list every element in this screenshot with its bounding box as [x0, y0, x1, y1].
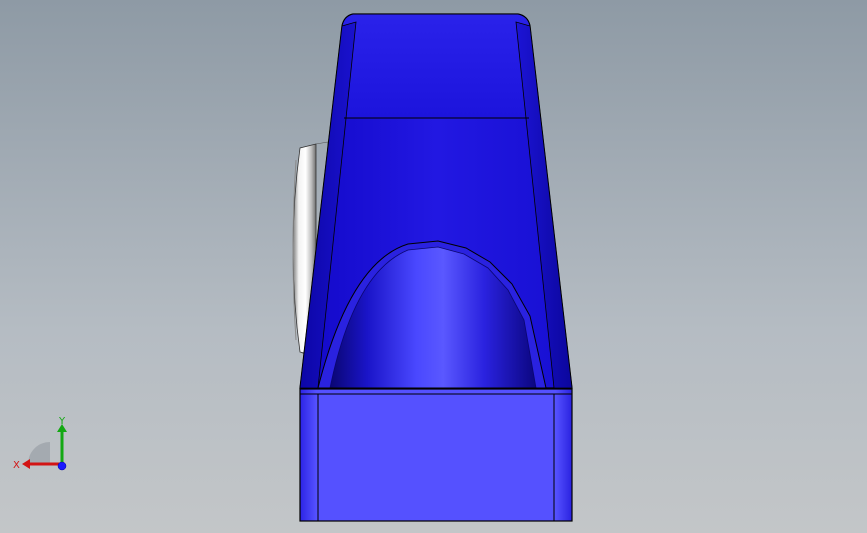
y-axis-arrow: [57, 424, 67, 464]
x-axis-label: X: [13, 460, 20, 471]
pillow-block-model[interactable]: [0, 0, 867, 533]
axis-triad: X Y: [13, 416, 67, 471]
y-axis-label: Y: [58, 416, 66, 427]
triad-quadrant: [28, 442, 50, 464]
graphics-viewport[interactable]: X Y: [0, 0, 867, 533]
housing-base[interactable]: [299, 388, 573, 522]
z-axis-dot: [57, 461, 67, 471]
